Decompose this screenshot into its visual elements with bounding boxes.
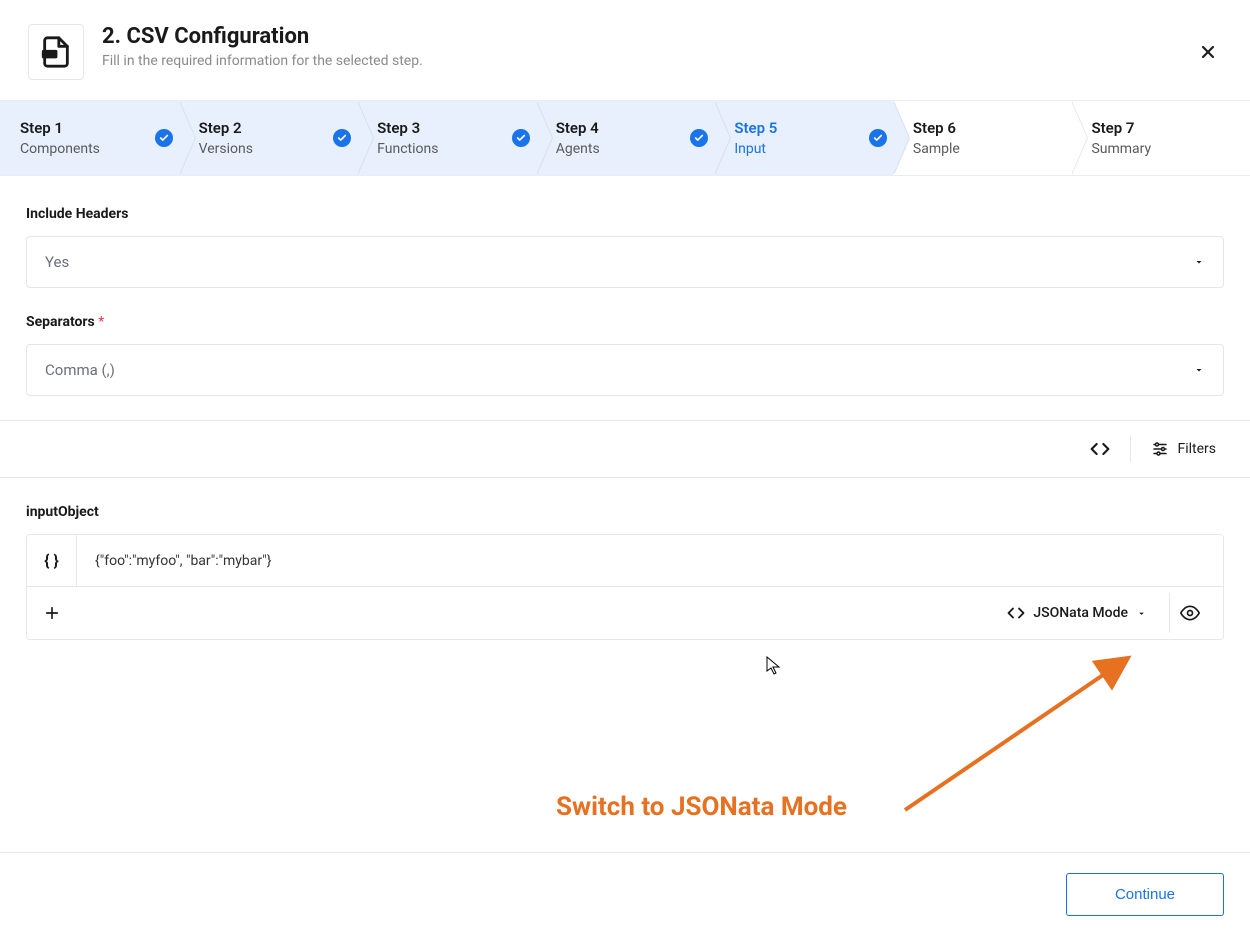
step-3[interactable]: Step 3Functions <box>357 101 536 175</box>
include-headers-select[interactable]: Yes <box>26 236 1224 288</box>
step-title: Step 7 <box>1091 119 1250 137</box>
include-headers-label: Include Headers <box>26 206 1224 222</box>
step-4[interactable]: Step 4Agents <box>536 101 715 175</box>
input-object-group: { } JSONata Mode <box>26 534 1224 640</box>
step-label: Input <box>734 141 893 157</box>
step-2[interactable]: Step 2Versions <box>179 101 358 175</box>
close-button[interactable] <box>1194 38 1222 70</box>
toolbar-strip: Filters <box>0 420 1250 478</box>
annotation-text: Switch to JSONata Mode <box>556 792 847 822</box>
step-7[interactable]: Step 7 Summary <box>1071 101 1250 175</box>
separators-label: Separators <box>26 314 1224 330</box>
csv-file-icon: CSV <box>28 24 84 80</box>
chevron-down-icon <box>1193 256 1205 268</box>
step-6[interactable]: Step 6 Sample <box>893 101 1072 175</box>
step-check-icon <box>869 129 887 147</box>
separators-value: Comma (,) <box>45 361 115 379</box>
filters-button[interactable]: Filters <box>1143 436 1224 462</box>
svg-text:CSV: CSV <box>44 52 56 58</box>
chevron-down-icon <box>1193 364 1205 376</box>
step-check-icon <box>333 129 351 147</box>
code-icon <box>1007 604 1025 622</box>
code-icon <box>1090 439 1110 459</box>
include-headers-value: Yes <box>45 253 69 271</box>
eye-icon <box>1180 603 1200 623</box>
step-label: Sample <box>913 141 1072 157</box>
input-object-row: { } <box>27 535 1223 587</box>
step-5[interactable]: Step 5Input <box>714 101 893 175</box>
form-area: Include Headers Yes Separators Comma (,) <box>0 176 1250 420</box>
input-object-controls: JSONata Mode <box>27 587 1223 639</box>
step-label: Components <box>20 141 179 157</box>
input-object-label: inputObject <box>26 504 1224 520</box>
input-object-section: inputObject { } JSONata Mode <box>0 478 1250 640</box>
braces-icon: { } <box>27 535 77 586</box>
step-label: Functions <box>377 141 536 157</box>
stepper: Step 1ComponentsStep 2VersionsStep 3Func… <box>0 100 1250 176</box>
mouse-cursor <box>766 656 782 676</box>
page-header: CSV 2. CSV Configuration Fill in the req… <box>0 0 1250 100</box>
filters-label: Filters <box>1177 441 1216 457</box>
toolbar-divider <box>1130 436 1131 462</box>
preview-button[interactable] <box>1169 593 1209 633</box>
step-check-icon <box>512 129 530 147</box>
step-label: Versions <box>199 141 358 157</box>
separators-select[interactable]: Comma (,) <box>26 344 1224 396</box>
mode-label: JSONata Mode <box>1033 605 1128 621</box>
add-row-button[interactable] <box>27 587 77 639</box>
page-subtitle: Fill in the required information for the… <box>102 53 423 69</box>
page-title: 2. CSV Configuration <box>102 24 423 49</box>
close-icon <box>1198 42 1218 62</box>
plus-icon <box>43 604 61 622</box>
step-title: Step 6 <box>913 119 1072 137</box>
chevron-down-icon <box>1136 608 1147 619</box>
footer-bar: Continue <box>0 852 1250 936</box>
annotation-arrow <box>895 650 1145 820</box>
step-label: Agents <box>556 141 715 157</box>
jsonata-mode-selector[interactable]: JSONata Mode <box>999 598 1155 628</box>
sliders-icon <box>1151 440 1169 458</box>
step-check-icon <box>690 129 708 147</box>
step-label: Summary <box>1091 141 1250 157</box>
step-1[interactable]: Step 1Components <box>0 101 179 175</box>
code-toggle-button[interactable] <box>1082 435 1118 463</box>
step-check-icon <box>155 129 173 147</box>
input-object-field[interactable] <box>77 535 1223 586</box>
continue-button[interactable]: Continue <box>1066 873 1224 916</box>
